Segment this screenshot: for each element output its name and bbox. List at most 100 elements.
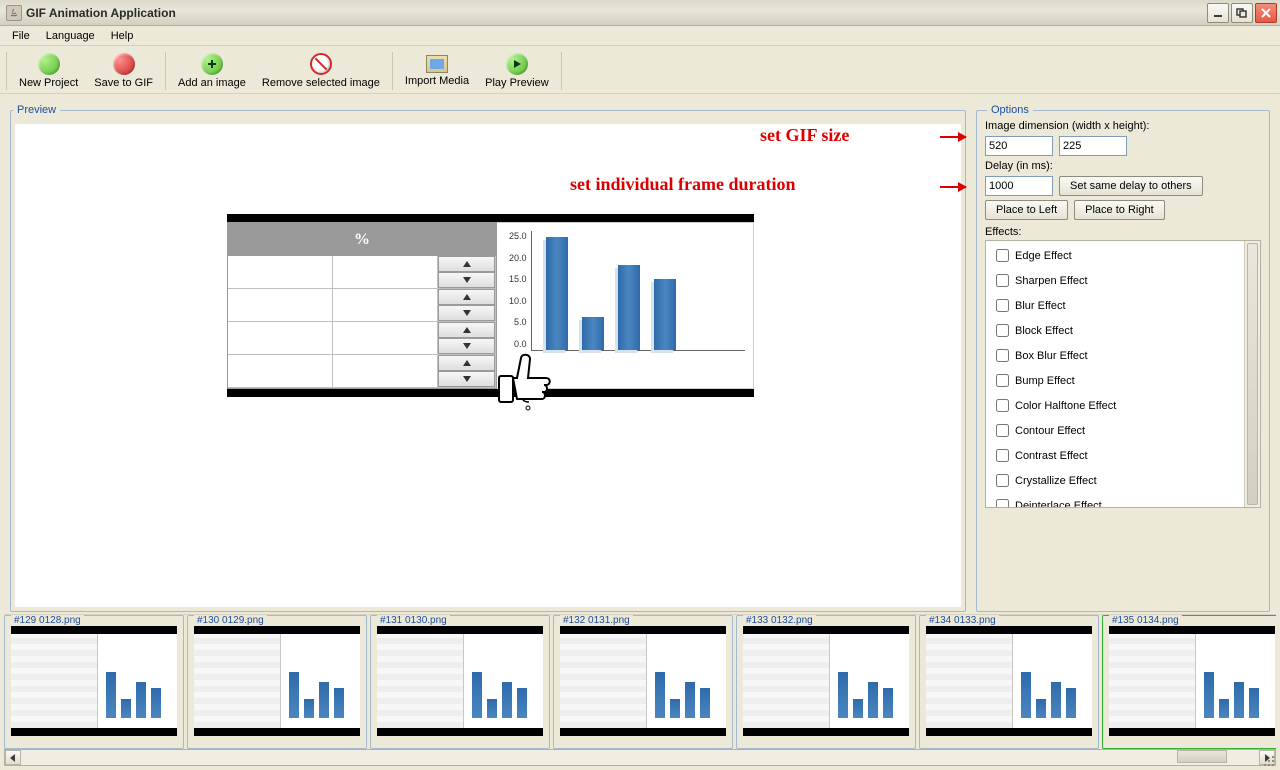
main-area: Preview % — [0, 94, 1280, 612]
timeline-frame[interactable]: #132 0131.png — [553, 615, 733, 749]
height-input[interactable] — [1059, 136, 1127, 156]
spinner-up[interactable] — [438, 256, 495, 272]
effect-checkbox[interactable] — [996, 299, 1009, 312]
dimension-label: Image dimension (width x height): — [985, 120, 1261, 132]
chart-bars — [531, 231, 745, 351]
effect-checkbox[interactable] — [996, 274, 1009, 287]
effects-scrollbar[interactable] — [1244, 241, 1260, 507]
effect-label: Contour Effect — [1015, 425, 1085, 437]
effect-label: Deinterlace Effect — [1015, 500, 1102, 509]
delay-input[interactable] — [985, 176, 1053, 196]
timeline-thumbnail — [1109, 626, 1275, 736]
effect-item[interactable]: Blur Effect — [986, 293, 1244, 318]
effect-label: Edge Effect — [1015, 250, 1072, 262]
timeline-frame-label: #133 0132.png — [743, 615, 816, 626]
effect-checkbox[interactable] — [996, 249, 1009, 262]
maximize-button[interactable] — [1231, 3, 1253, 23]
save-gif-button[interactable]: Save to GIF — [88, 49, 159, 93]
window-buttons — [1207, 3, 1277, 23]
effect-item[interactable]: Contrast Effect — [986, 443, 1244, 468]
effect-checkbox[interactable] — [996, 474, 1009, 487]
annotation-gif-size: set GIF size — [760, 125, 849, 146]
preview-panel: Preview % — [10, 104, 966, 612]
record-icon — [113, 53, 135, 75]
annotation-arrow — [940, 136, 966, 138]
effect-item[interactable]: Color Halftone Effect — [986, 393, 1244, 418]
width-input[interactable] — [985, 136, 1053, 156]
place-left-button[interactable]: Place to Left — [985, 200, 1068, 220]
java-icon — [6, 5, 22, 21]
effect-item[interactable]: Box Blur Effect — [986, 343, 1244, 368]
timeline-frame[interactable]: #133 0132.png — [736, 615, 916, 749]
timeline-thumbnail — [11, 626, 177, 736]
timeline-frame[interactable]: #134 0133.png — [919, 615, 1099, 749]
chart-y-labels: 25.020.015.010.05.00.0 — [509, 231, 531, 349]
spinner-down[interactable] — [438, 371, 495, 387]
timeline-frame[interactable]: #130 0129.png — [187, 615, 367, 749]
spinner-down[interactable] — [438, 305, 495, 321]
effect-checkbox[interactable] — [996, 499, 1009, 508]
timeline: #129 0128.png #130 0129.png #131 0130.png #… — [0, 612, 1280, 770]
media-icon — [426, 55, 448, 73]
effect-checkbox[interactable] — [996, 374, 1009, 387]
spreadsheet-header: % — [228, 223, 496, 256]
spinner-down[interactable] — [438, 338, 495, 354]
minimize-button[interactable] — [1207, 3, 1229, 23]
effect-checkbox[interactable] — [996, 324, 1009, 337]
import-media-button[interactable]: Import Media — [399, 49, 475, 93]
menu-language[interactable]: Language — [38, 28, 103, 44]
effect-label: Box Blur Effect — [1015, 350, 1088, 362]
options-panel: Options Image dimension (width x height)… — [976, 104, 1270, 612]
effect-item[interactable]: Contour Effect — [986, 418, 1244, 443]
effect-label: Blur Effect — [1015, 300, 1066, 312]
effect-checkbox[interactable] — [996, 424, 1009, 437]
toolbar: New Project Save to GIF Add an image Rem… — [0, 46, 1280, 94]
effect-item[interactable]: Sharpen Effect — [986, 268, 1244, 293]
effect-item[interactable]: Block Effect — [986, 318, 1244, 343]
window-title: GIF Animation Application — [26, 6, 1207, 20]
effect-item[interactable]: Crystallize Effect — [986, 468, 1244, 493]
effects-label: Effects: — [985, 226, 1261, 238]
preview-frame: % 25.020.015.010.05.00.0 — [227, 214, 754, 397]
spinner-up[interactable] — [438, 322, 495, 338]
timeline-frame[interactable]: #135 0134.png — [1102, 615, 1276, 749]
effect-item[interactable]: Edge Effect — [986, 243, 1244, 268]
effect-checkbox[interactable] — [996, 449, 1009, 462]
spinner-up[interactable] — [438, 355, 495, 371]
effect-label: Color Halftone Effect — [1015, 400, 1116, 412]
remove-image-button[interactable]: Remove selected image — [256, 49, 386, 93]
menu-file[interactable]: File — [4, 28, 38, 44]
play-preview-button[interactable]: Play Preview — [479, 49, 555, 93]
timeline-frame-label: #131 0130.png — [377, 615, 450, 626]
close-button[interactable] — [1255, 3, 1277, 23]
timeline-scrollbar[interactable] — [4, 749, 1276, 766]
spinner-down[interactable] — [438, 272, 495, 288]
timeline-thumbnail — [743, 626, 909, 736]
spinner-up[interactable] — [438, 289, 495, 305]
timeline-thumbnail — [377, 626, 543, 736]
effect-item[interactable]: Bump Effect — [986, 368, 1244, 393]
new-project-button[interactable]: New Project — [13, 49, 84, 93]
chart-bar — [582, 317, 604, 350]
annotation-arrow — [940, 186, 966, 188]
delay-label: Delay (in ms): — [985, 160, 1261, 172]
annotation-frame-duration: set individual frame duration — [570, 174, 796, 195]
chart-bar — [654, 279, 676, 350]
effect-checkbox[interactable] — [996, 349, 1009, 362]
timeline-frame[interactable]: #129 0128.png — [4, 615, 184, 749]
bar-chart: 25.020.015.010.05.00.0 — [497, 222, 754, 389]
timeline-frame-label: #130 0129.png — [194, 615, 267, 626]
effect-label: Crystallize Effect — [1015, 475, 1097, 487]
chart-bar — [618, 265, 640, 350]
chart-bar — [546, 237, 568, 350]
effect-checkbox[interactable] — [996, 399, 1009, 412]
scroll-left-icon[interactable] — [5, 750, 21, 765]
menu-help[interactable]: Help — [103, 28, 142, 44]
effect-item[interactable]: Deinterlace Effect — [986, 493, 1244, 508]
new-project-icon — [38, 53, 60, 75]
timeline-frame[interactable]: #131 0130.png — [370, 615, 550, 749]
place-right-button[interactable]: Place to Right — [1074, 200, 1164, 220]
same-delay-button[interactable]: Set same delay to others — [1059, 176, 1203, 196]
resize-handle[interactable] — [1262, 754, 1276, 768]
add-image-button[interactable]: Add an image — [172, 49, 252, 93]
